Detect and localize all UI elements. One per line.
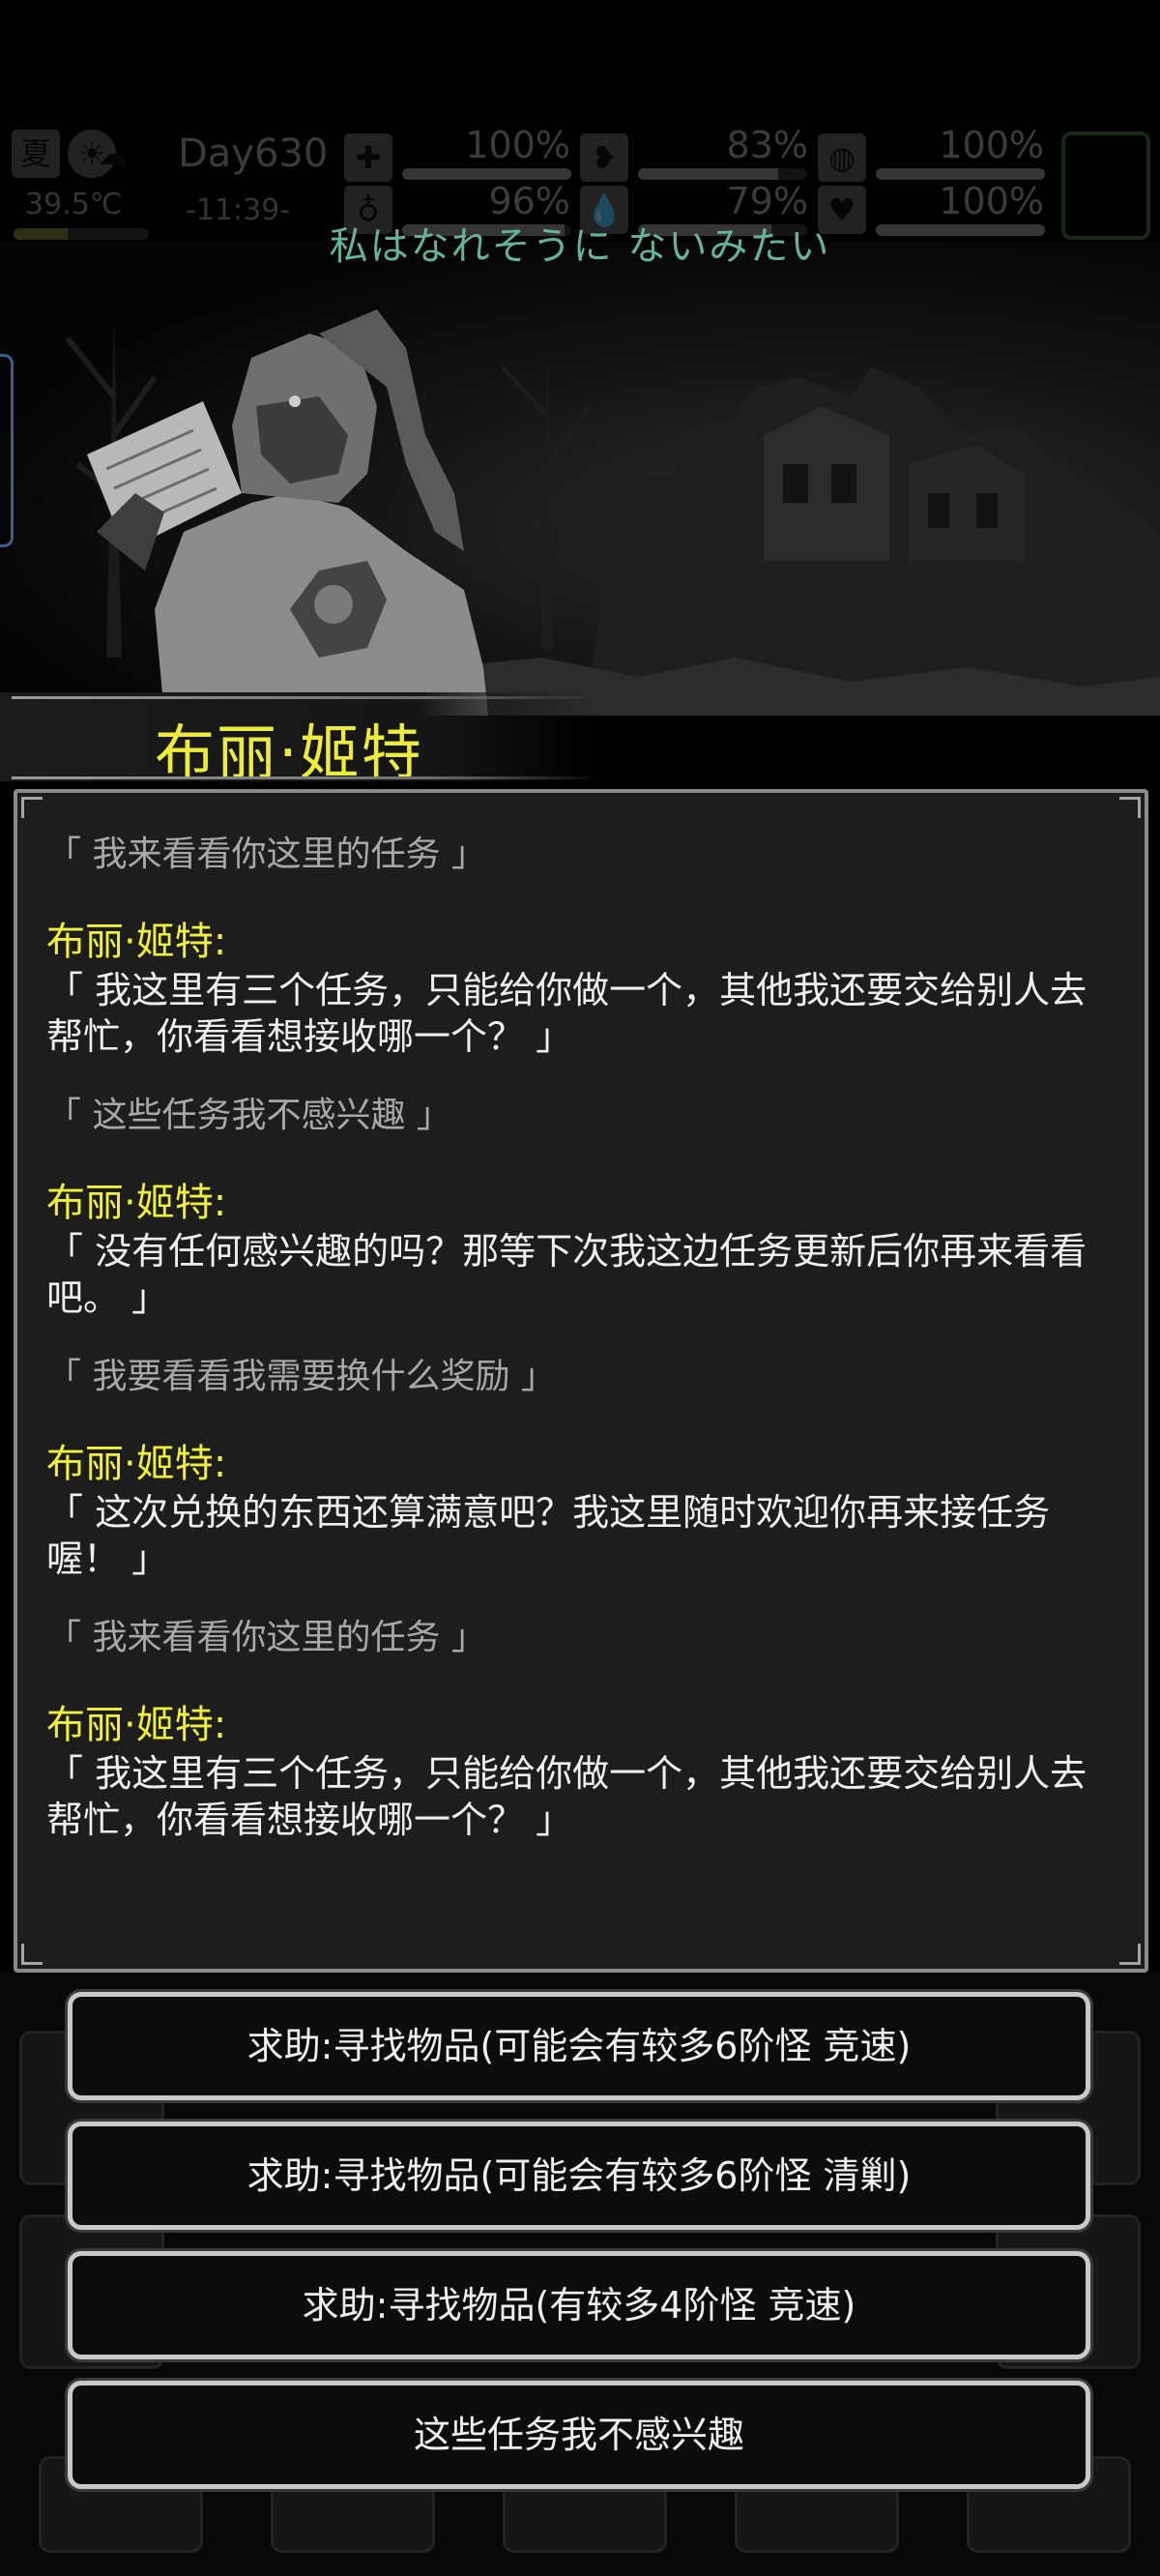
option-label: 求助:寻找物品(可能会有较多6阶怪 竞速) (246, 2025, 912, 2067)
npc-nameplate: 布丽·姬特 (0, 692, 599, 788)
scene-illustration (0, 242, 1160, 716)
player-line: 「 我来看看你这里的任务 」 (46, 834, 486, 874)
npc-line: 布丽·姬特: 「 这次兑换的东西还算满意吧？我这里随时欢迎你再来接任务喔！ 」 (46, 1439, 1119, 1582)
npc-name: 布丽·姬特 (155, 717, 423, 788)
npc-speaker-label: 布丽·姬特: (46, 1703, 227, 1747)
stomach-icon: ❥ (580, 133, 628, 182)
option-button-3[interactable]: 求助:寻找物品(有较多4阶怪 竞速) (68, 2251, 1090, 2359)
panel-corner-ornament (1119, 797, 1141, 818)
health-bar (402, 168, 571, 180)
npc-speaker-label: 布丽·姬特: (46, 1181, 227, 1225)
medkit-icon: ✚ (344, 133, 392, 182)
stat3-bar (876, 168, 1045, 180)
option-button-decline[interactable]: 这些任务我不感兴趣 (68, 2381, 1090, 2489)
stat3-pct: 100% (939, 124, 1044, 166)
side-drawer-handle[interactable] (0, 354, 14, 547)
health-pct: 100% (465, 124, 570, 166)
ruined-house-background (65, 309, 1160, 716)
option-label: 求助:寻找物品(可能会有较多6阶怪 清剿) (246, 2154, 912, 2197)
npc-line-text: 「 我这里有三个任务，只能给你做一个，其他我还要交给别人去帮忙，你看看想接收哪一… (46, 1752, 1088, 1841)
panel-corner-ornament (1119, 1944, 1141, 1965)
npc-line-text: 「 我这里有三个任务，只能给你做一个，其他我还要交给别人去帮忙，你看看想接收哪一… (46, 969, 1088, 1058)
food-pct: 83% (726, 124, 808, 166)
dialog-log: 「 我来看看你这里的任务 」 布丽·姬特: 「 我这里有三个任务，只能给你做一个… (46, 832, 1119, 1876)
day-counter: Day630 (178, 132, 329, 176)
bladder-icon: ◍ (818, 133, 866, 182)
option-label: 这些任务我不感兴趣 (413, 2414, 744, 2456)
npc-portrait (87, 309, 488, 716)
food-bar (638, 168, 807, 180)
season-label: 夏 (12, 130, 60, 178)
npc-line: 布丽·姬特: 「 我这里有三个任务，只能给你做一个，其他我还要交给别人去帮忙，你… (46, 1700, 1119, 1843)
option-label: 求助:寻找物品(有较多4阶怪 竞速) (302, 2284, 856, 2327)
option-button-1[interactable]: 求助:寻找物品(可能会有较多6阶怪 竞速) (68, 1992, 1090, 2100)
weather-icon: ☁ (98, 135, 129, 172)
speech-subtitle: 私はなれそうに ないみたい (329, 224, 831, 269)
npc-speaker-label: 布丽·姬特: (46, 1442, 227, 1486)
panel-corner-ornament (21, 797, 43, 818)
player-line: 「 我来看看你这里的任务 」 (46, 1618, 486, 1657)
player-line: 「 我要看看我需要换什么奖励 」 (46, 1357, 556, 1396)
option-button-2[interactable]: 求助:寻找物品(可能会有较多6阶怪 清剿) (68, 2122, 1090, 2230)
dialog-log-panel[interactable]: 「 我来看看你这里的任务 」 布丽·姬特: 「 我这里有三个任务，只能给你做一个… (14, 789, 1148, 1973)
npc-line-text: 「 这次兑换的东西还算满意吧？我这里随时欢迎你再来接任务喔！ 」 (46, 1491, 1051, 1580)
npc-line: 布丽·姬特: 「 没有任何感兴趣的吗？那等下次我这边任务更新后你再来看看吧。 」 (46, 1178, 1119, 1321)
player-line: 「 这些任务我不感兴趣 」 (46, 1096, 451, 1135)
npc-line-text: 「 没有任何感兴趣的吗？那等下次我这边任务更新后你再来看看吧。 」 (46, 1230, 1088, 1319)
npc-line: 布丽·姬特: 「 我这里有三个任务，只能给你做一个，其他我还要交给别人去帮忙，你… (46, 917, 1119, 1060)
panel-corner-ornament (21, 1944, 43, 1965)
npc-speaker-label: 布丽·姬特: (46, 920, 227, 964)
